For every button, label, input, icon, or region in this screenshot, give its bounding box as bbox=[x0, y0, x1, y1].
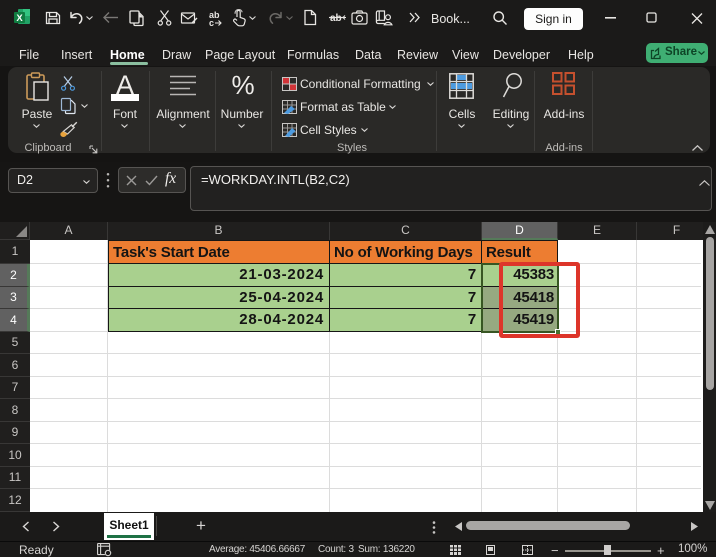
svg-text:c: c bbox=[209, 18, 214, 27]
svg-text:X: X bbox=[16, 13, 23, 24]
svg-text:ab: ab bbox=[330, 13, 342, 24]
